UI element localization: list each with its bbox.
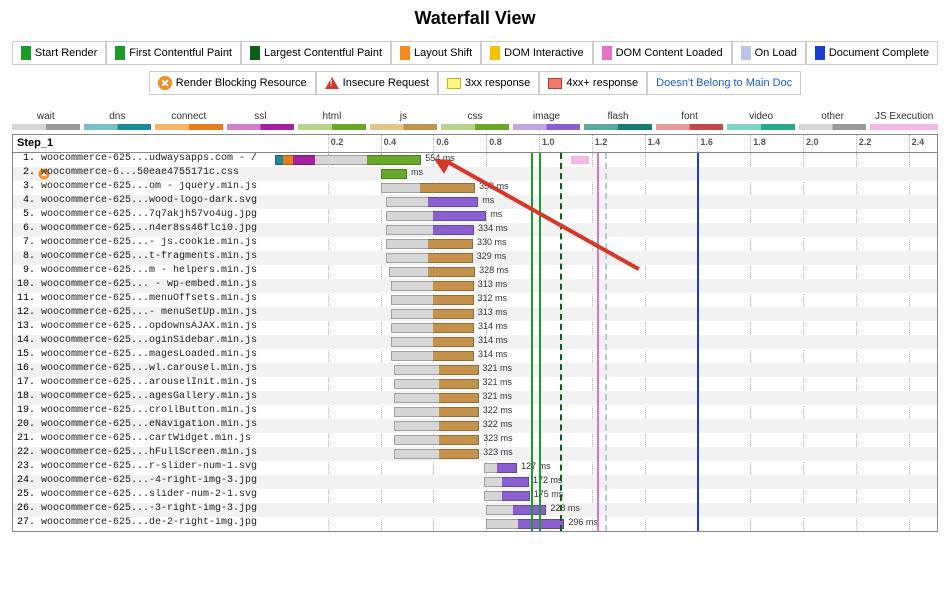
waterfall-row[interactable]: 9.woocommerce-625...m - helpers.min.js32…	[13, 265, 937, 279]
step-header: Step_1 0.20.40.60.81.01.21.41.61.82.02.2…	[13, 135, 937, 153]
legend-item: 4xx+ response	[539, 71, 647, 95]
legend-item: First Contentful Paint	[106, 41, 241, 65]
waterfall-row[interactable]: 16.woocommerce-625...wl.carousel.min.js3…	[13, 363, 937, 377]
insecure-icon: !	[325, 77, 339, 89]
waterfall-row[interactable]: 18.woocommerce-625...agesGallery.min.js3…	[13, 391, 937, 405]
legend-item: Start Render	[12, 41, 106, 65]
legend-item: Render Blocking Resource	[149, 71, 316, 95]
waterfall-row[interactable]: 12.woocommerce-625...- menuSetUp.min.js3…	[13, 307, 937, 321]
waterfall-row[interactable]: 4.woocommerce-625...wood-logo-dark.svgms	[13, 195, 937, 209]
type-flash: flash	[584, 111, 652, 130]
resource-types-legend: waitdnsconnectsslhtmljscssimageflashfont…	[0, 105, 950, 134]
waterfall-row[interactable]: 20.woocommerce-625...eNavigation.min.js3…	[13, 419, 937, 433]
waterfall-row[interactable]: 8.woocommerce-625...t-fragments.min.js32…	[13, 251, 937, 265]
waterfall-row[interactable]: 27.woocommerce-625...de-2-right-img.jpg2…	[13, 517, 937, 531]
waterfall-row[interactable]: 23.woocommerce-625...r-slider-num-1.svg1…	[13, 461, 937, 475]
waterfall-row[interactable]: 24.woocommerce-625...-4-right-img-3.jpg1…	[13, 475, 937, 489]
type-html: html	[298, 111, 366, 130]
legend-item: Layout Shift	[391, 41, 481, 65]
legend-item: Doesn't Belong to Main Doc	[647, 71, 801, 95]
legend-item: !Insecure Request	[316, 71, 438, 95]
legend-item: DOM Content Loaded	[593, 41, 732, 65]
legend-item: DOM Interactive	[481, 41, 592, 65]
waterfall-row[interactable]: 11.woocommerce-625...menuOffsets.min.js3…	[13, 293, 937, 307]
waterfall-grid: Step_1 0.20.40.60.81.01.21.41.61.82.02.2…	[12, 134, 938, 532]
waterfall-row[interactable]: 13.woocommerce-625...opdownsAJAX.min.js3…	[13, 321, 937, 335]
waterfall-row[interactable]: 19.woocommerce-625...crollButton.min.js3…	[13, 405, 937, 419]
type-image: image	[513, 111, 581, 130]
type-dns: dns	[84, 111, 152, 130]
type-JS Execution: JS Execution	[870, 111, 938, 130]
page-title: Waterfall View	[0, 8, 950, 29]
waterfall-row[interactable]: 1.woocommerce-625...udwaysapps.com - /55…	[13, 153, 937, 167]
waterfall-row[interactable]: 2.woocommerce-6...50eae4755171c.cssms	[13, 167, 937, 181]
waterfall-row[interactable]: 26.woocommerce-625...-3-right-img-3.jpg2…	[13, 503, 937, 517]
waterfall-rows: 1.woocommerce-625...udwaysapps.com - /55…	[13, 153, 937, 531]
type-js: js	[370, 111, 438, 130]
legend-item: 3xx response	[438, 71, 539, 95]
legend-item: Document Complete	[806, 41, 938, 65]
waterfall-row[interactable]: 15.woocommerce-625...magesLoaded.min.js3…	[13, 349, 937, 363]
type-connect: connect	[155, 111, 223, 130]
type-video: video	[727, 111, 795, 130]
legend-item: On Load	[732, 41, 806, 65]
step-label: Step_1	[17, 137, 53, 149]
legend-item: Largest Contentful Paint	[241, 41, 391, 65]
waterfall-row[interactable]: 21.woocommerce-625...cartWidget.min.js32…	[13, 433, 937, 447]
type-wait: wait	[12, 111, 80, 130]
type-font: font	[656, 111, 724, 130]
type-css: css	[441, 111, 509, 130]
waterfall-row[interactable]: 22.woocommerce-625...hFullScreen.min.js3…	[13, 447, 937, 461]
waterfall-row[interactable]: 5.woocommerce-625...7q7akjh57vo4ug.jpgms	[13, 209, 937, 223]
waterfall-row[interactable]: 7.woocommerce-625...- js.cookie.min.js33…	[13, 237, 937, 251]
waterfall-row[interactable]: 3.woocommerce-625...om - jquery.min.js35…	[13, 181, 937, 195]
waterfall-row[interactable]: 25.woocommerce-625...slider-num-2-1.svg1…	[13, 489, 937, 503]
type-ssl: ssl	[227, 111, 295, 130]
waterfall-row[interactable]: 6.woocommerce-625...n4er8ss46flci0.jpg33…	[13, 223, 937, 237]
waterfall-row[interactable]: 14.woocommerce-625...oginSidebar.min.js3…	[13, 335, 937, 349]
type-other: other	[799, 111, 867, 130]
legend-events: Start RenderFirst Contentful PaintLarges…	[0, 41, 950, 65]
waterfall-row[interactable]: 17.woocommerce-625...arouselInit.min.js3…	[13, 377, 937, 391]
waterfall-row[interactable]: 10.woocommerce-625... - wp-embed.min.js3…	[13, 279, 937, 293]
blocking-icon	[158, 76, 172, 90]
legend-status: Render Blocking Resource!Insecure Reques…	[0, 71, 950, 95]
